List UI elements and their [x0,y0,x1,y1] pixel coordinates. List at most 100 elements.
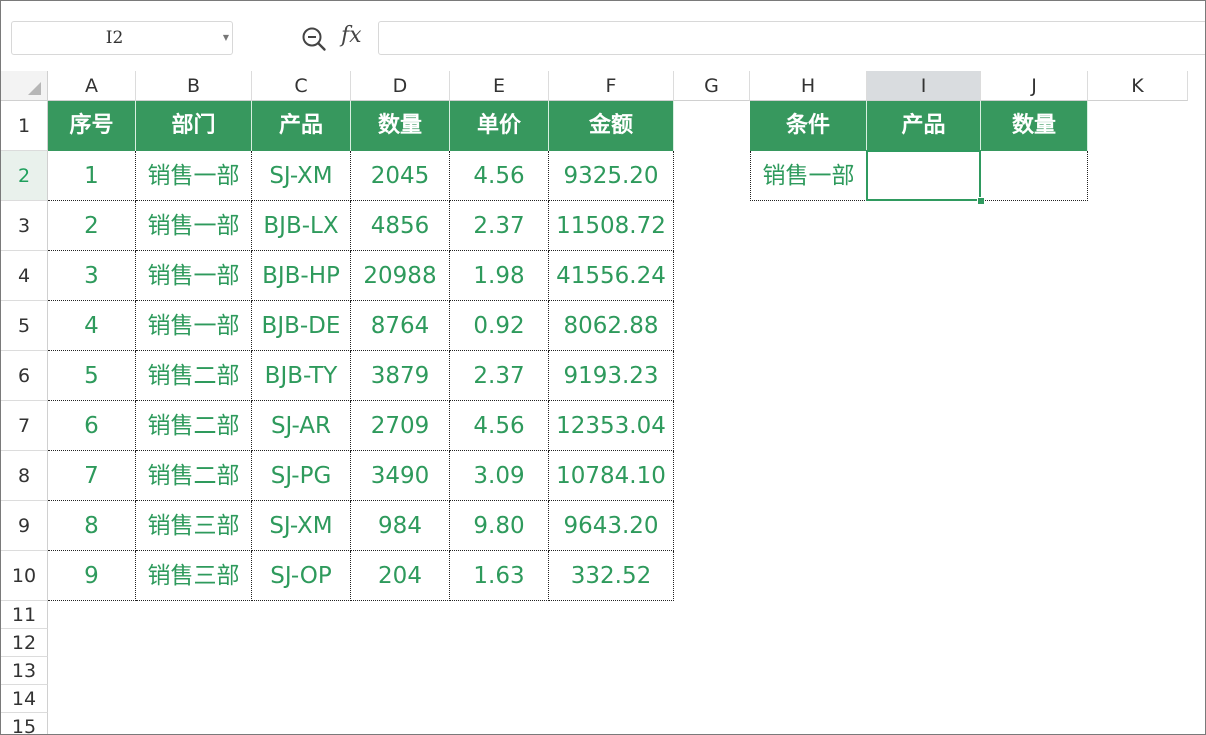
table-cell[interactable]: 2.37 [450,201,549,251]
formula-toolbar: I2 ▼ fx [1,1,1205,71]
criteria-cell[interactable] [981,151,1088,201]
table-cell[interactable]: 4.56 [450,151,549,201]
table-cell[interactable]: SJ-XM [252,151,351,201]
table-cell[interactable]: 8764 [351,301,450,351]
zoom-icon[interactable] [301,26,327,52]
table-header-cell[interactable]: 数量 [351,101,450,151]
row-header-8[interactable]: 8 [1,451,48,501]
table-cell[interactable]: 12353.04 [549,401,674,451]
table-cell[interactable]: 4 [48,301,136,351]
criteria-cell[interactable]: 销售一部 [750,151,867,201]
table-cell[interactable]: 2709 [351,401,450,451]
table-cell[interactable]: 2.37 [450,351,549,401]
column-header-b[interactable]: B [136,71,252,101]
row-header-14[interactable]: 14 [1,685,48,713]
table-cell[interactable]: 8062.88 [549,301,674,351]
table-cell[interactable]: 2045 [351,151,450,201]
table-cell[interactable]: 5 [48,351,136,401]
table-cell[interactable]: 4.56 [450,401,549,451]
table-cell[interactable]: 1.63 [450,551,549,601]
row-header-10[interactable]: 10 [1,551,48,601]
column-header-f[interactable]: F [549,71,674,101]
table-cell[interactable]: 销售二部 [136,351,252,401]
table-cell[interactable]: 销售二部 [136,401,252,451]
table-cell[interactable]: 9.80 [450,501,549,551]
row-header-2[interactable]: 2 [1,151,48,201]
table-cell[interactable]: SJ-XM [252,501,351,551]
table-cell[interactable]: 1 [48,151,136,201]
column-header-j[interactable]: J [981,71,1088,101]
row-header-1[interactable]: 1 [1,101,48,151]
table-cell[interactable]: 6 [48,401,136,451]
criteria-header-cell[interactable]: 产品 [867,101,981,151]
table-cell[interactable]: 10784.10 [549,451,674,501]
column-header-e[interactable]: E [450,71,549,101]
table-cell[interactable]: 销售一部 [136,301,252,351]
table-cell[interactable]: 销售三部 [136,551,252,601]
table-header-cell[interactable]: 单价 [450,101,549,151]
table-cell[interactable]: 销售三部 [136,501,252,551]
row-header-13[interactable]: 13 [1,657,48,685]
table-cell[interactable]: SJ-AR [252,401,351,451]
name-box[interactable]: I2 ▼ [11,21,233,55]
table-cell[interactable]: 332.52 [549,551,674,601]
table-cell[interactable]: 8 [48,501,136,551]
table-cell[interactable]: 销售一部 [136,151,252,201]
row-header-6[interactable]: 6 [1,351,48,401]
table-cell[interactable]: 7 [48,451,136,501]
fill-handle[interactable] [977,197,985,205]
table-cell[interactable]: SJ-PG [252,451,351,501]
column-header-c[interactable]: C [252,71,351,101]
table-cell[interactable]: 销售二部 [136,451,252,501]
table-cell[interactable]: 9193.23 [549,351,674,401]
table-cell[interactable]: 2 [48,201,136,251]
row-header-5[interactable]: 5 [1,301,48,351]
row-header-7[interactable]: 7 [1,401,48,451]
table-cell[interactable]: 3 [48,251,136,301]
column-header-k[interactable]: K [1088,71,1188,101]
column-header-d[interactable]: D [351,71,450,101]
row-header-9[interactable]: 9 [1,501,48,551]
table-cell[interactable]: 4856 [351,201,450,251]
table-cell[interactable]: BJB-HP [252,251,351,301]
formula-input[interactable] [378,21,1205,55]
criteria-header-cell[interactable]: 数量 [981,101,1088,151]
table-cell[interactable]: 0.92 [450,301,549,351]
table-cell[interactable]: 9325.20 [549,151,674,201]
table-cell[interactable]: SJ-OP [252,551,351,601]
table-cell[interactable]: 9643.20 [549,501,674,551]
table-cell[interactable]: 3879 [351,351,450,401]
criteria-header-cell[interactable]: 条件 [750,101,867,151]
table-cell[interactable]: 11508.72 [549,201,674,251]
active-cell-border [866,150,981,201]
chevron-down-icon[interactable]: ▼ [223,22,229,54]
column-header-g[interactable]: G [674,71,750,101]
table-cell[interactable]: BJB-TY [252,351,351,401]
column-header-h[interactable]: H [750,71,867,101]
table-header-cell[interactable]: 序号 [48,101,136,151]
table-cell[interactable]: BJB-LX [252,201,351,251]
row-header-11[interactable]: 11 [1,601,48,629]
column-header-i[interactable]: I [867,71,981,101]
table-cell[interactable]: BJB-DE [252,301,351,351]
column-header-a[interactable]: A [48,71,136,101]
table-cell[interactable]: 1.98 [450,251,549,301]
table-header-cell[interactable]: 产品 [252,101,351,151]
table-cell[interactable]: 3490 [351,451,450,501]
table-cell[interactable]: 9 [48,551,136,601]
table-cell[interactable]: 3.09 [450,451,549,501]
row-header-15[interactable]: 15 [1,713,48,734]
table-cell[interactable]: 销售一部 [136,251,252,301]
table-cell[interactable]: 204 [351,551,450,601]
table-cell[interactable]: 41556.24 [549,251,674,301]
table-cell[interactable]: 销售一部 [136,201,252,251]
row-header-4[interactable]: 4 [1,251,48,301]
select-all-button[interactable] [1,71,48,101]
table-cell[interactable]: 984 [351,501,450,551]
table-cell[interactable]: 20988 [351,251,450,301]
table-header-cell[interactable]: 部门 [136,101,252,151]
function-icon[interactable]: fx [341,23,362,48]
table-header-cell[interactable]: 金额 [549,101,674,151]
row-header-3[interactable]: 3 [1,201,48,251]
row-header-12[interactable]: 12 [1,629,48,657]
